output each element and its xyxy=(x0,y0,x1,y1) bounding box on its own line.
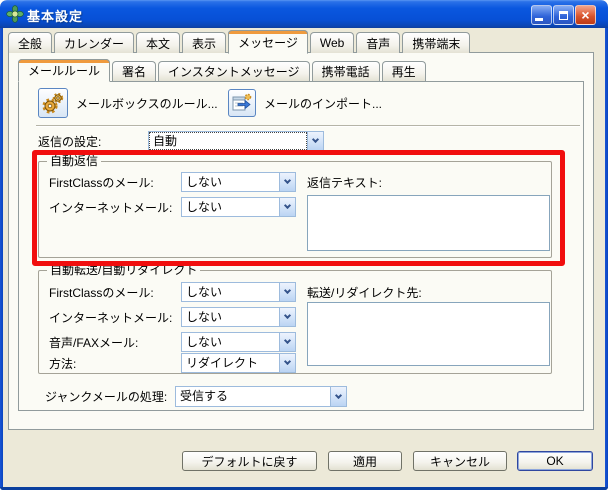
titlebar[interactable]: 基本設定 × xyxy=(0,0,608,28)
tab-messages[interactable]: メッセージ xyxy=(228,30,308,54)
tab-voice[interactable]: 音声 xyxy=(356,32,400,53)
tab-instant-message[interactable]: インスタントメッセージ xyxy=(158,61,310,81)
tab-display[interactable]: 表示 xyxy=(182,32,226,53)
gears-icon xyxy=(41,91,65,115)
voice-fax-value: しない xyxy=(182,333,279,351)
tab-playback[interactable]: 再生 xyxy=(382,61,426,81)
tab-mail-rules[interactable]: メールルール xyxy=(18,59,110,82)
chevron-down-icon[interactable] xyxy=(279,283,295,301)
reply-setting-value: 自動 xyxy=(149,132,307,150)
reply-setting-label: 返信の設定: xyxy=(38,135,101,149)
main-tabstrip: 全般 カレンダー 本文 表示 メッセージ Web 音声 携帯端末 xyxy=(8,30,470,53)
auto-forward-group: 自動転送/自動リダイレクト FirstClassのメール: しない インターネッ… xyxy=(38,270,552,374)
auto-forward-internet-dropdown[interactable]: しない xyxy=(181,307,296,327)
window-title: 基本設定 xyxy=(27,6,83,25)
tab-signature[interactable]: 署名 xyxy=(112,61,156,81)
chevron-down-icon[interactable] xyxy=(279,354,295,372)
auto-forward-firstclass-label: FirstClassのメール: xyxy=(49,286,154,300)
mail-import-icon xyxy=(231,92,253,114)
minimize-button[interactable] xyxy=(531,5,552,25)
junk-mail-dropdown[interactable]: 受信する xyxy=(175,386,347,407)
sub-tabstrip: メールルール 署名 インスタントメッセージ 携帯電話 再生 xyxy=(18,59,426,81)
chevron-down-icon[interactable] xyxy=(279,333,295,351)
method-dropdown[interactable]: リダイレクト xyxy=(181,353,296,373)
tab-mobile-phone[interactable]: 携帯電話 xyxy=(312,61,380,81)
mailbox-rules-label: メールボックスのルール... xyxy=(76,96,218,112)
auto-forward-firstclass-dropdown[interactable]: しない xyxy=(181,282,296,302)
chevron-down-icon[interactable] xyxy=(307,132,323,150)
restore-defaults-button[interactable]: デフォルトに戻す xyxy=(182,451,317,471)
chevron-down-icon[interactable] xyxy=(279,308,295,326)
method-label: 方法: xyxy=(49,357,76,371)
apply-button[interactable]: 適用 xyxy=(328,451,402,471)
tab-calendar[interactable]: カレンダー xyxy=(54,32,134,53)
chevron-down-icon[interactable] xyxy=(330,387,346,406)
auto-forward-internet-label: インターネットメール: xyxy=(49,311,172,325)
forward-to-label: 転送/リダイレクト先: xyxy=(307,286,422,300)
reply-setting-dropdown[interactable]: 自動 xyxy=(148,131,324,151)
auto-forward-internet-value: しない xyxy=(182,308,279,326)
close-button[interactable]: × xyxy=(575,5,596,25)
ok-button[interactable]: OK xyxy=(517,451,593,471)
tab-body[interactable]: 本文 xyxy=(136,32,180,53)
app-flower-icon xyxy=(6,5,24,23)
maximize-icon xyxy=(559,11,568,20)
mail-import-label: メールのインポート... xyxy=(264,96,382,112)
preferences-dialog: 基本設定 × 全般 カレンダー 本文 表示 メッセージ Web 音声 携帯端末 … xyxy=(0,0,608,490)
junk-mail-label: ジャンクメールの処理: xyxy=(45,390,167,404)
method-value: リダイレクト xyxy=(182,354,279,372)
annotation-rectangle xyxy=(32,150,565,266)
forward-to-area[interactable] xyxy=(307,302,550,366)
mailbox-rules-button[interactable] xyxy=(38,88,68,118)
toolbar-separator xyxy=(36,125,580,127)
mail-import-button[interactable] xyxy=(228,89,256,117)
tab-mobile[interactable]: 携帯端末 xyxy=(402,32,470,53)
cancel-button[interactable]: キャンセル xyxy=(413,451,507,471)
tab-general[interactable]: 全般 xyxy=(8,32,52,53)
auto-forward-firstclass-value: しない xyxy=(182,283,279,301)
voice-fax-dropdown[interactable]: しない xyxy=(181,332,296,352)
maximize-button[interactable] xyxy=(553,5,574,25)
junk-mail-value: 受信する xyxy=(176,387,330,406)
voice-fax-label: 音声/FAXメール: xyxy=(49,336,138,350)
tab-web[interactable]: Web xyxy=(310,32,354,53)
minimize-icon xyxy=(535,18,543,21)
close-icon: × xyxy=(581,8,589,22)
